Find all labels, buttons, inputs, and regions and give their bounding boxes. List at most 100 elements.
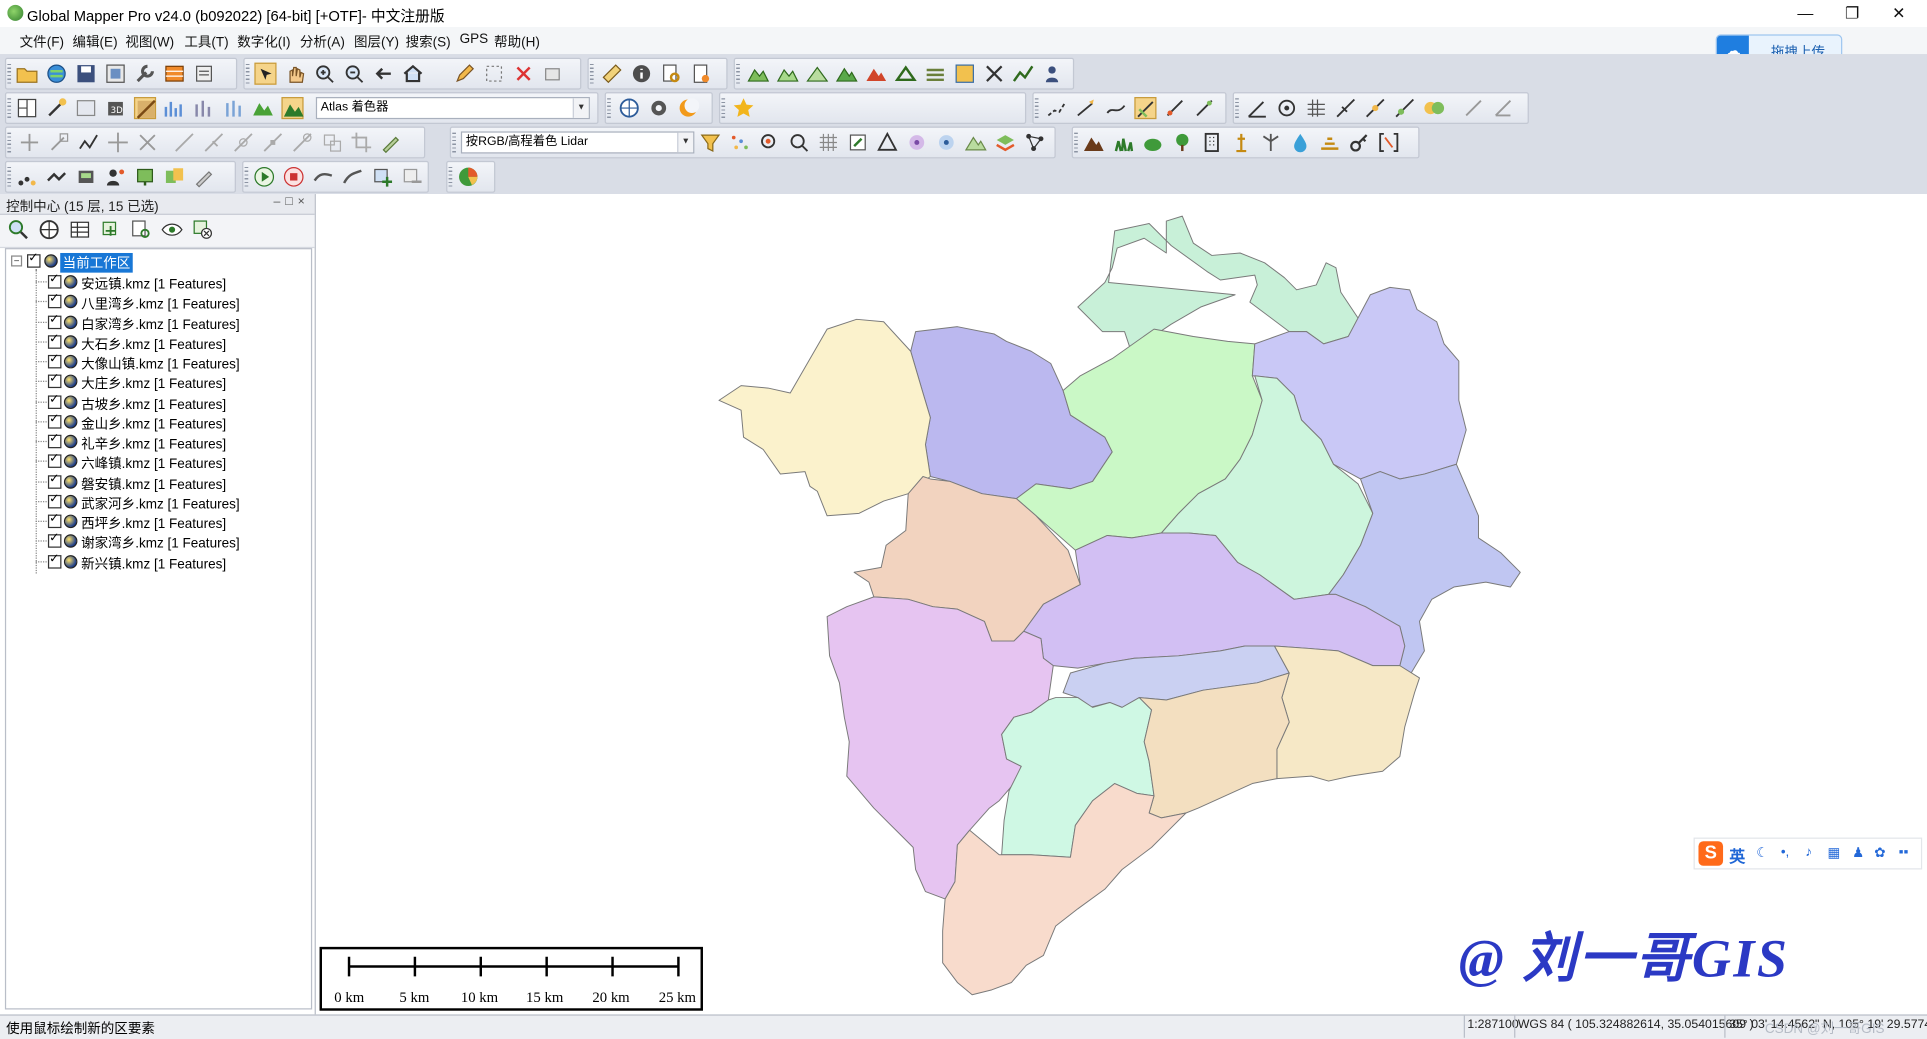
road-icon[interactable]	[1319, 131, 1341, 153]
config-wrench-icon[interactable]	[134, 63, 156, 85]
lidar-grid-tool-icon[interactable]	[817, 131, 839, 153]
close-layer-icon[interactable]	[192, 219, 214, 241]
bracket-icon[interactable]	[1378, 131, 1400, 153]
ruler-icon[interactable]	[601, 63, 623, 85]
layer-checkbox[interactable]	[47, 372, 62, 389]
gps-track-icon[interactable]	[45, 166, 67, 188]
keyboard-icon[interactable]: ▦	[1828, 845, 1841, 861]
gps-user-icon[interactable]	[104, 166, 126, 188]
layer-label[interactable]: 大石乡.kmz [1 Features]	[81, 334, 226, 354]
open-folder-icon[interactable]	[16, 63, 38, 85]
township-region[interactable]	[718, 318, 931, 517]
menu-file[interactable]: 文件(F)	[20, 32, 64, 52]
lidar-noise-icon[interactable]	[935, 131, 957, 153]
zoom-layer-icon[interactable]	[7, 219, 29, 241]
day-night-icon[interactable]	[677, 97, 700, 119]
water-drop-icon[interactable]	[1289, 131, 1311, 153]
key-icon[interactable]	[1348, 131, 1370, 153]
building-icon[interactable]	[1201, 131, 1223, 153]
cut-fill-icon[interactable]	[835, 63, 858, 85]
lidar-network-icon[interactable]	[1024, 131, 1046, 153]
layer-label[interactable]: 大庄乡.kmz [1 Features]	[81, 374, 226, 394]
path-follow-icon[interactable]	[342, 166, 364, 188]
layer-label[interactable]: 谢家湾乡.kmz [1 Features]	[81, 533, 240, 553]
layer-label[interactable]: 六峰镇.kmz [1 Features]	[81, 453, 226, 473]
township-region[interactable]	[1077, 215, 1361, 347]
overlay-control-icon[interactable]	[163, 63, 185, 85]
moon-icon[interactable]: ☾	[1756, 845, 1768, 861]
menu-layer[interactable]: 图层(Y)	[354, 32, 399, 52]
3d-view-icon[interactable]: 3D	[104, 97, 126, 119]
terrain-icon[interactable]	[747, 63, 770, 85]
tree-icon[interactable]	[1171, 131, 1193, 153]
gps-map-icon[interactable]	[134, 166, 156, 188]
chevron-down-icon[interactable]: ▼	[572, 98, 589, 118]
ime-toolbar[interactable]: S 英 ☾ •, ♪ ▦ ♟ ✿ ▪▪	[1693, 837, 1923, 870]
crop-icon[interactable]	[542, 63, 564, 85]
layer-checkbox[interactable]	[47, 452, 62, 469]
path-profile-icon[interactable]	[689, 63, 711, 85]
search-layer-icon[interactable]	[130, 219, 152, 241]
flood-icon[interactable]	[865, 63, 887, 85]
workspace-checkbox[interactable]	[27, 252, 41, 268]
menu-digitize[interactable]: 数字化(I)	[237, 32, 290, 52]
draw-curve-icon[interactable]	[1105, 97, 1127, 119]
star-icon[interactable]	[732, 97, 754, 119]
layer-checkbox[interactable]	[47, 492, 62, 509]
grid-tool-icon[interactable]	[1305, 97, 1327, 119]
info-icon[interactable]	[630, 63, 652, 85]
split-view-icon[interactable]	[16, 97, 38, 119]
target-icon[interactable]	[1276, 97, 1298, 119]
grid-menu-icon[interactable]: ▪▪	[1899, 845, 1909, 860]
remove-waypoint-icon[interactable]	[401, 166, 423, 188]
lidar-classify-icon[interactable]	[906, 131, 928, 153]
user-terrain-icon[interactable]	[1042, 63, 1064, 85]
workspace-label[interactable]: 当前工作区	[60, 252, 133, 273]
layer-label[interactable]: 八里湾乡.kmz [1 Features]	[81, 294, 240, 314]
edit-vertex-icon[interactable]	[1364, 97, 1386, 119]
microphone-icon[interactable]: ♪	[1805, 845, 1812, 860]
play-icon[interactable]	[253, 166, 275, 188]
digitizer-icon[interactable]	[254, 62, 277, 85]
crop-feature-icon[interactable]	[350, 131, 372, 153]
layer-label[interactable]: 金山乡.kmz [1 Features]	[81, 414, 226, 434]
bush-icon[interactable]	[1142, 131, 1164, 153]
export-icon[interactable]	[104, 63, 126, 85]
menu-gps[interactable]: GPS	[460, 32, 489, 47]
split-line-icon[interactable]	[1335, 97, 1357, 119]
layer-checkbox[interactable]	[47, 313, 62, 329]
layer-label[interactable]: 白家湾乡.kmz [1 Features]	[81, 314, 240, 334]
skin-icon[interactable]: ✿	[1874, 845, 1885, 861]
layer-label[interactable]: 武家河乡.kmz [1 Features]	[81, 493, 240, 513]
settings-gear-icon[interactable]	[648, 97, 670, 119]
tower-icon[interactable]	[1230, 131, 1252, 153]
layer-globe-icon[interactable]	[38, 219, 60, 241]
join-tool-icon[interactable]	[232, 131, 254, 153]
stop-icon[interactable]	[283, 166, 305, 188]
print-icon[interactable]	[193, 63, 215, 85]
line-of-sight-icon[interactable]	[983, 63, 1005, 85]
gps-pen-icon[interactable]	[193, 166, 215, 188]
add-layer-icon[interactable]	[100, 219, 122, 241]
area-edit-icon[interactable]	[321, 131, 343, 153]
contour-icon[interactable]	[776, 63, 799, 85]
shaded-relief-icon[interactable]	[133, 97, 157, 120]
layer-checkbox[interactable]	[47, 352, 62, 369]
lidar-query-icon[interactable]	[758, 131, 780, 153]
layer-label[interactable]: 大像山镇.kmz [1 Features]	[81, 354, 240, 374]
delete-x-icon[interactable]	[512, 63, 534, 85]
menu-analysis[interactable]: 分析(A)	[300, 32, 345, 52]
scale-feature-icon[interactable]	[136, 131, 158, 153]
pie-chart-icon[interactable]	[457, 166, 479, 188]
ime-mode-label[interactable]: 英	[1729, 844, 1745, 867]
feature-search-icon[interactable]	[660, 63, 682, 85]
add-waypoint-icon[interactable]	[371, 166, 393, 188]
connect-icon[interactable]	[1394, 97, 1416, 119]
menu-tools[interactable]: 工具(T)	[184, 32, 228, 52]
draw-area-icon[interactable]	[1134, 97, 1157, 120]
menu-search[interactable]: 搜索(S)	[406, 32, 451, 52]
window-layout-icon[interactable]	[75, 97, 97, 119]
lidar-color-select[interactable]: 按RGB/高程着色 Lidar ▼	[460, 131, 695, 154]
layer-checkbox[interactable]	[47, 293, 62, 309]
layer-checkbox[interactable]	[47, 532, 62, 549]
